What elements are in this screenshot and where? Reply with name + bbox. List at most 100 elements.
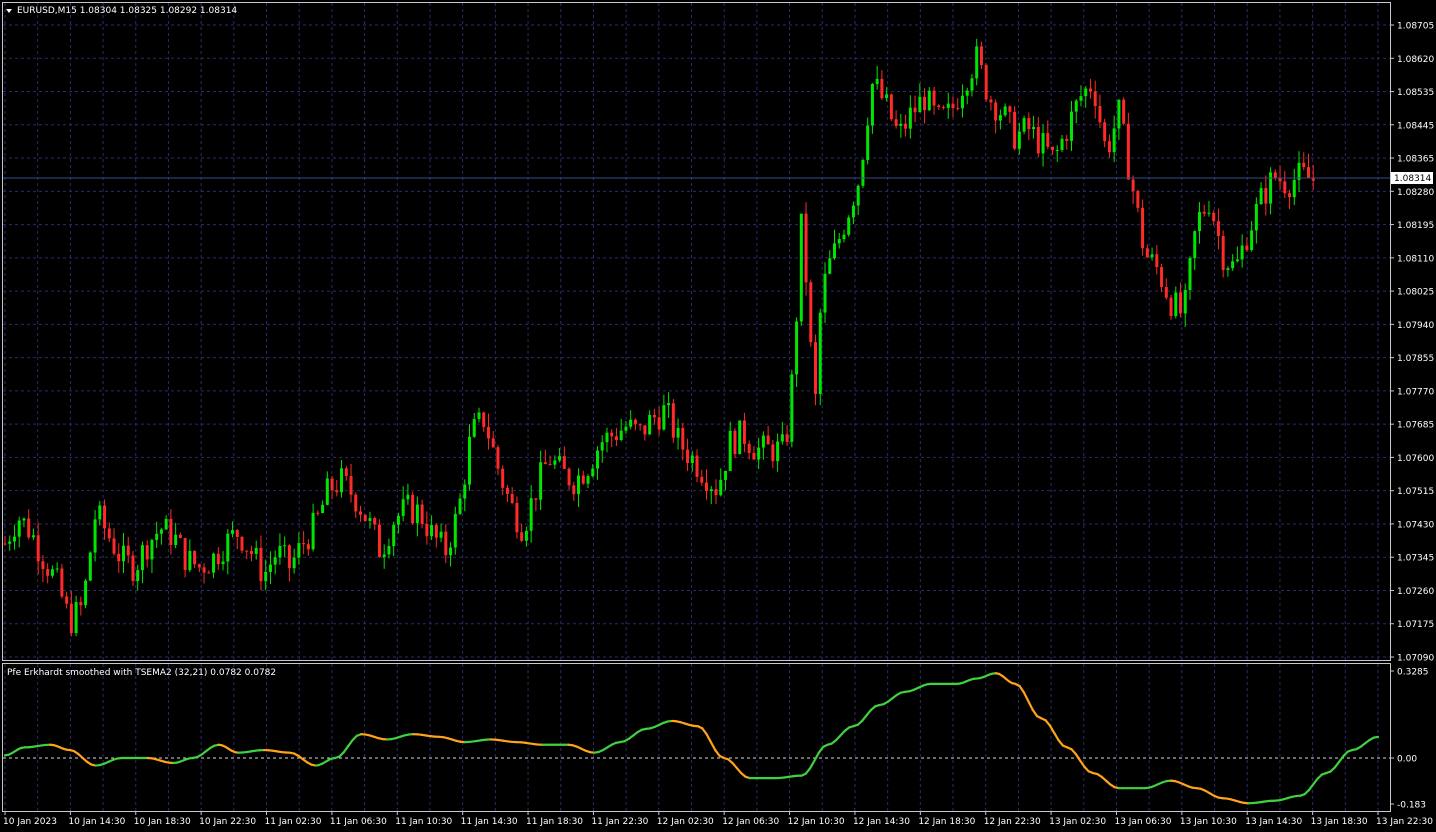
time-tick-label: 10 Jan 18:30 xyxy=(134,817,191,827)
price-tick-label: 1.08620 xyxy=(1397,55,1434,65)
bull-candle xyxy=(17,520,21,537)
time-tick-label: 13 Jan 18:30 xyxy=(1311,817,1368,827)
bear-candle xyxy=(1013,111,1017,149)
bear-candle xyxy=(107,528,111,539)
bull-candle xyxy=(188,550,192,571)
bull-candle xyxy=(1197,211,1201,232)
bear-candle xyxy=(614,436,618,440)
bear-candle xyxy=(534,498,538,500)
bear-candle xyxy=(145,545,149,560)
bear-candle xyxy=(932,90,936,106)
bear-candle xyxy=(425,523,429,537)
bull-candle xyxy=(1193,231,1197,258)
bear-candle xyxy=(1221,236,1225,271)
bull-candle xyxy=(780,434,784,442)
bear-candle xyxy=(358,511,362,515)
bull-candle xyxy=(975,46,979,79)
bear-candle xyxy=(638,424,642,426)
bull-candle xyxy=(605,432,609,443)
bull-candle xyxy=(795,321,799,375)
bull-candle xyxy=(136,570,140,581)
bull-candle xyxy=(340,468,344,493)
bull-candle xyxy=(553,460,557,465)
bull-candle xyxy=(558,456,562,461)
bear-candle xyxy=(444,531,448,556)
time-tick-label: 12 Jan 10:30 xyxy=(788,817,845,827)
bull-candle xyxy=(84,580,88,606)
bear-candle xyxy=(1141,207,1145,249)
bull-candle xyxy=(50,569,54,576)
time-tick-label: 12 Jan 14:30 xyxy=(853,817,910,827)
time-tick-label: 12 Jan 06:30 xyxy=(722,817,779,827)
bull-candle xyxy=(98,505,102,520)
bear-candle xyxy=(259,547,263,582)
bull-candle xyxy=(1060,138,1064,151)
time-tick-label: 12 Jan 18:30 xyxy=(918,817,975,827)
bull-candle xyxy=(74,602,78,634)
bear-candle xyxy=(1273,172,1277,178)
price-tick-label: 1.07345 xyxy=(1397,554,1434,564)
bull-candle xyxy=(586,476,590,484)
bull-candle xyxy=(155,533,159,540)
bear-candle xyxy=(491,438,495,448)
bull-candle xyxy=(1032,126,1036,130)
bull-candle xyxy=(55,568,59,570)
bear-candle xyxy=(1160,267,1164,287)
bear-candle xyxy=(913,107,917,113)
price-tick-label: 1.07175 xyxy=(1397,620,1434,630)
time-tick-label: 13 Jan 22:30 xyxy=(1376,817,1433,827)
bear-candle xyxy=(979,46,983,66)
bull-candle xyxy=(278,545,282,558)
price-tick-label: 1.08445 xyxy=(1397,121,1434,131)
price-tick-label: 1.08280 xyxy=(1397,188,1434,198)
bull-candle xyxy=(283,545,287,547)
bull-candle xyxy=(619,430,623,440)
price-tick-label: 1.07260 xyxy=(1397,587,1434,597)
bull-candle xyxy=(927,90,931,111)
bull-candle xyxy=(965,90,969,96)
bear-candle xyxy=(46,569,50,576)
time-tick-label: 13 Jan 10:30 xyxy=(1180,817,1237,827)
bear-candle xyxy=(178,534,182,539)
bull-candle xyxy=(591,468,595,477)
bear-candle xyxy=(510,493,514,504)
bull-candle xyxy=(254,547,258,554)
time-tick-label: 13 Jan 06:30 xyxy=(1114,817,1171,827)
bear-candle xyxy=(302,542,306,545)
bear-candle xyxy=(1136,191,1140,208)
bear-candle xyxy=(814,342,818,395)
indicator-tick-label: 0.00 xyxy=(1397,755,1417,765)
bear-candle xyxy=(112,538,116,554)
bull-candle xyxy=(1297,162,1301,180)
bear-candle xyxy=(505,487,509,494)
bear-candle xyxy=(411,494,415,524)
bear-candle xyxy=(1164,286,1168,298)
time-tick-label: 11 Jan 06:30 xyxy=(330,817,387,827)
bull-candle xyxy=(121,545,125,562)
bear-candle xyxy=(1202,211,1206,214)
bull-candle xyxy=(837,239,841,244)
bear-candle xyxy=(169,518,173,546)
bear-candle xyxy=(1145,248,1149,258)
indicator-title: Pfe Erkhardt smoothed with TSEMA2 (32,21… xyxy=(7,668,276,678)
bear-candle xyxy=(652,414,656,418)
current-price-label: 1.08314 xyxy=(1394,174,1431,184)
bear-candle xyxy=(581,475,585,484)
bear-candle xyxy=(36,535,40,562)
bear-candle xyxy=(809,282,813,343)
bear-candle xyxy=(235,530,239,537)
time-tick-label: 11 Jan 18:30 xyxy=(526,817,583,827)
bull-candle xyxy=(1150,254,1154,258)
bull-candle xyxy=(164,518,168,530)
bull-candle xyxy=(1226,268,1230,271)
bear-candle xyxy=(671,403,675,438)
chart-canvas[interactable]: 1.08705 1.08620 1.08535 1.08445 1.08365 1.082… xyxy=(0,0,1436,832)
bear-candle xyxy=(1306,167,1310,178)
bear-candle xyxy=(69,603,73,634)
bull-candle xyxy=(823,273,827,313)
price-tick-label: 1.07770 xyxy=(1397,387,1434,397)
bull-candle xyxy=(292,557,296,569)
bear-candle xyxy=(984,65,988,100)
bear-candle xyxy=(60,568,64,597)
bear-candle xyxy=(486,426,490,439)
